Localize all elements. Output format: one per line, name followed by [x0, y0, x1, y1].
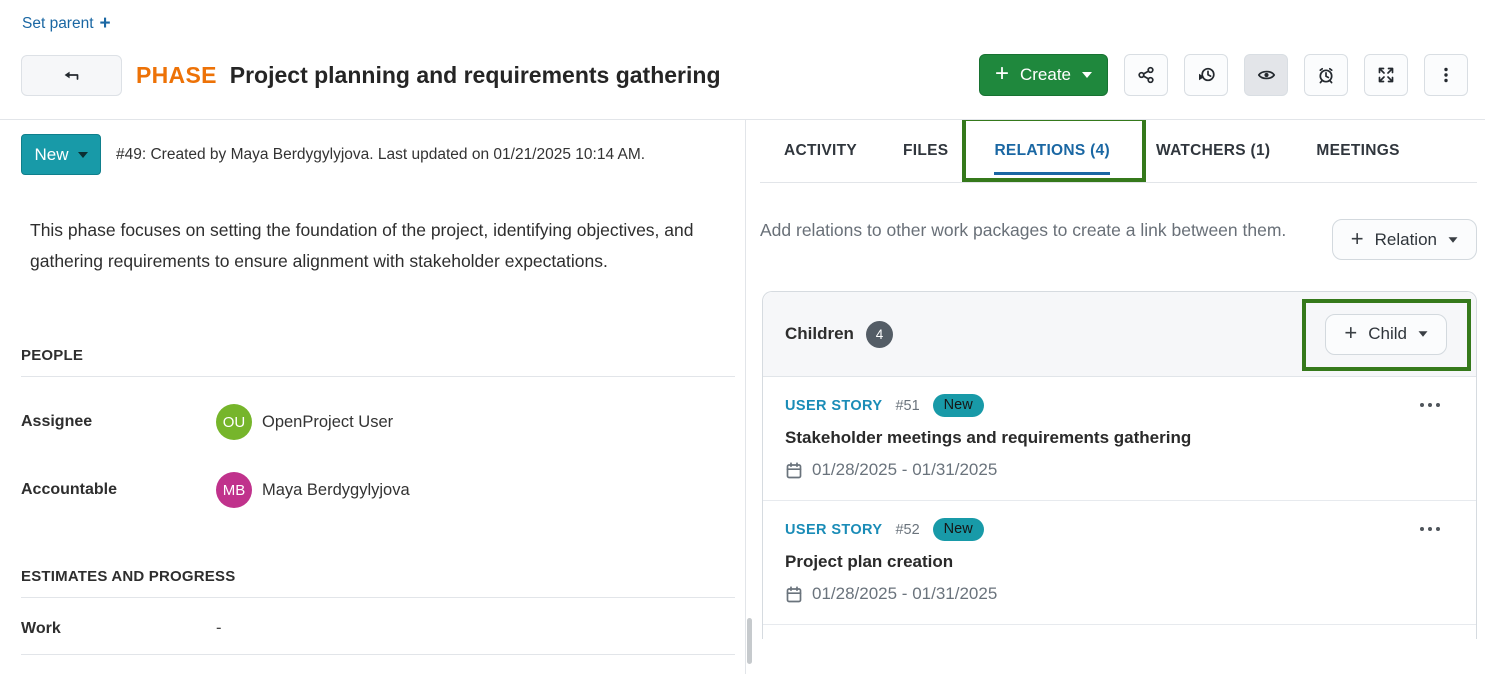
- status-dropdown[interactable]: New: [21, 134, 101, 175]
- work-package-id: #52: [895, 522, 919, 538]
- more-kebab-icon: [1436, 65, 1456, 85]
- baseline-comparison-button[interactable]: [1184, 54, 1228, 96]
- accountable-label: Accountable: [21, 481, 216, 499]
- date-range: 01/28/2025 - 01/31/2025: [812, 584, 997, 604]
- status-badge: New: [933, 518, 984, 541]
- tab-relations-label: RELATIONS (4): [994, 142, 1110, 159]
- chevron-down-icon: [1082, 72, 1092, 78]
- tab-relations[interactable]: RELATIONS (4): [994, 142, 1110, 160]
- create-button-label: Create: [1020, 65, 1071, 85]
- more-actions-button[interactable]: [1424, 54, 1468, 96]
- child-title-link[interactable]: Project plan creation: [785, 552, 1454, 572]
- reminder-button[interactable]: [1304, 54, 1348, 96]
- active-tab-underline: [994, 172, 1110, 175]
- accountable-value[interactable]: MB Maya Berdygylyjova: [216, 472, 410, 508]
- set-parent-row: Set parent +: [0, 0, 1485, 33]
- estimates-section-heading: ESTIMATES AND PROGRESS: [21, 568, 735, 598]
- tab-bar: ACTIVITY FILES RELATIONS (4) WATCHERS (1…: [760, 120, 1477, 183]
- row-more-actions-button[interactable]: [1416, 399, 1444, 411]
- add-child-button[interactable]: + Child: [1325, 314, 1447, 355]
- share-icon: [1136, 65, 1156, 85]
- avatar: MB: [216, 472, 252, 508]
- create-button[interactable]: + Create: [979, 54, 1108, 96]
- scrollbar-thumb[interactable]: [747, 618, 752, 664]
- work-package-type[interactable]: PHASE: [136, 62, 217, 89]
- child-title-link[interactable]: Stakeholder meetings and requirements ga…: [785, 428, 1454, 448]
- plus-icon: +: [100, 17, 111, 31]
- tab-activity[interactable]: ACTIVITY: [784, 142, 857, 160]
- date-range: 01/28/2025 - 01/31/2025: [812, 460, 997, 480]
- work-row: Work -: [21, 619, 735, 655]
- work-package-type-label: USER STORY: [785, 398, 882, 414]
- watch-button[interactable]: [1244, 54, 1288, 96]
- creation-meta-text: #49: Created by Maya Berdygylyjova. Last…: [116, 146, 645, 164]
- work-package-id: #51: [895, 398, 919, 414]
- work-package-type-label: USER STORY: [785, 522, 882, 538]
- children-card-header: Children 4 + Child: [763, 292, 1476, 377]
- status-label: New: [34, 145, 68, 165]
- children-count-badge: 4: [866, 321, 893, 348]
- chevron-down-icon: [1419, 331, 1428, 336]
- work-package-details-panel: New #49: Created by Maya Berdygylyjova. …: [0, 120, 746, 674]
- plus-icon: +: [1351, 230, 1364, 248]
- assignee-row: Assignee OU OpenProject User: [21, 404, 745, 440]
- row-more-actions-button[interactable]: [1416, 523, 1444, 535]
- avatar: OU: [216, 404, 252, 440]
- children-title: Children: [785, 324, 854, 344]
- add-relation-label: Relation: [1375, 230, 1437, 250]
- tab-files[interactable]: FILES: [903, 142, 948, 160]
- work-package-header: PHASE Project planning and requirements …: [0, 54, 1485, 96]
- status-badge: New: [933, 394, 984, 417]
- child-work-package-row: USER STORY #52 New Project plan creation…: [763, 501, 1476, 625]
- child-work-package-row: [763, 625, 1476, 639]
- back-icon: [61, 65, 83, 85]
- assignee-name: OpenProject User: [262, 413, 393, 432]
- fullscreen-icon: [1376, 65, 1396, 85]
- relations-hint-text: Add relations to other work packages to …: [760, 216, 1305, 260]
- description-field[interactable]: This phase focuses on setting the founda…: [30, 215, 725, 277]
- reminder-alarm-icon: [1316, 65, 1336, 85]
- accountable-name: Maya Berdygylyjova: [262, 481, 410, 500]
- tab-watchers[interactable]: WATCHERS (1): [1156, 142, 1270, 160]
- add-child-label: Child: [1368, 324, 1407, 344]
- back-button[interactable]: [21, 55, 122, 96]
- work-value[interactable]: -: [216, 619, 222, 638]
- accountable-row: Accountable MB Maya Berdygylyjova: [21, 472, 745, 508]
- set-parent-link[interactable]: Set parent +: [22, 15, 111, 33]
- fullscreen-button[interactable]: [1364, 54, 1408, 96]
- people-section-heading: PEOPLE: [21, 347, 735, 377]
- plus-icon: +: [1344, 324, 1357, 342]
- child-work-package-row: USER STORY #51 New Stakeholder meetings …: [763, 377, 1476, 501]
- page-title[interactable]: Project planning and requirements gather…: [230, 62, 721, 89]
- relations-panel: ACTIVITY FILES RELATIONS (4) WATCHERS (1…: [746, 120, 1485, 674]
- baseline-history-icon: [1196, 65, 1217, 85]
- watch-eye-icon: [1256, 65, 1277, 85]
- share-button[interactable]: [1124, 54, 1168, 96]
- calendar-icon: [785, 461, 803, 480]
- work-label: Work: [21, 620, 216, 638]
- assignee-value[interactable]: OU OpenProject User: [216, 404, 393, 440]
- children-card: Children 4 + Child USER STORY #51 New: [762, 291, 1477, 639]
- set-parent-label: Set parent: [22, 15, 94, 33]
- assignee-label: Assignee: [21, 413, 216, 431]
- chevron-down-icon: [78, 152, 88, 158]
- calendar-icon: [785, 585, 803, 604]
- chevron-down-icon: [1449, 237, 1458, 242]
- add-relation-button[interactable]: + Relation: [1332, 219, 1477, 260]
- tab-meetings[interactable]: MEETINGS: [1316, 142, 1399, 160]
- plus-icon: +: [995, 64, 1009, 84]
